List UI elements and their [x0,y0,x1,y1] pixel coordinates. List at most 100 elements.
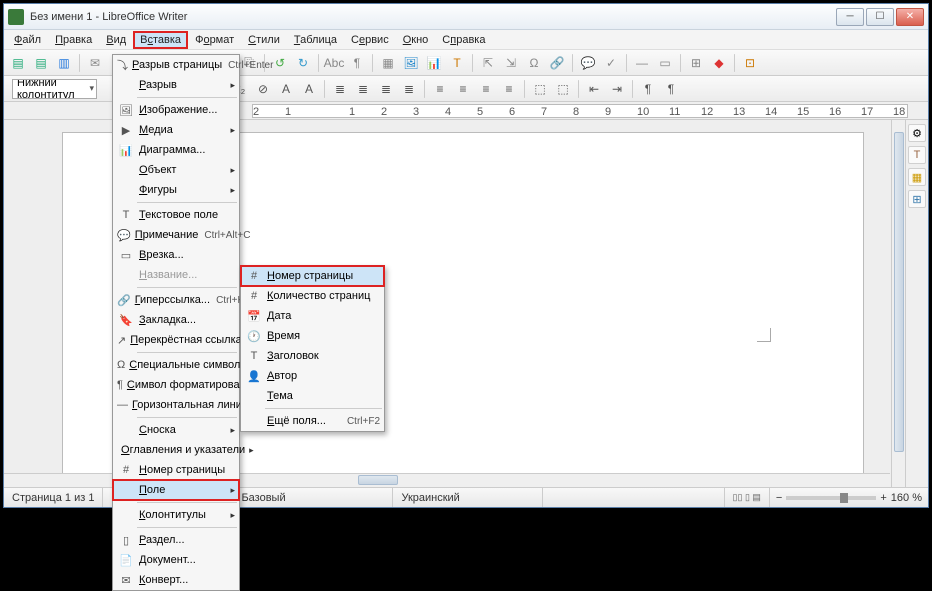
fmt-btn-24[interactable]: ⇥ [607,79,627,99]
fmt-btn-7[interactable]: A [276,79,296,99]
insert-item-16[interactable]: ↗Перекрёстная ссылка... [113,330,239,350]
status-style[interactable]: Базовый [233,488,393,507]
toolbar-btn-36[interactable]: ⊞ [686,53,706,73]
fmt-btn-13[interactable]: ≣ [399,79,419,99]
insert-item-15[interactable]: 🔖Закладка... [113,310,239,330]
toolbar-btn-30[interactable]: 💬 [578,53,598,73]
insert-item-4[interactable]: ▶Медиа [113,120,239,140]
toolbar-btn-25[interactable]: ⇱ [478,53,498,73]
zoom-control[interactable]: − + 160 % [770,492,928,504]
fmt-btn-17[interactable]: ≡ [476,79,496,99]
insert-item-5[interactable]: 📊Диаграмма... [113,140,239,160]
insert-item-27[interactable]: Колонтитулы [113,505,239,525]
field-item-0[interactable]: #Номер страницы [241,266,384,286]
zoom-out-icon[interactable]: − [776,492,782,504]
insert-item-29[interactable]: ▯Раздел... [113,530,239,550]
fmt-btn-23[interactable]: ⇤ [584,79,604,99]
menu-вставка[interactable]: Вставка [134,32,187,48]
toolbar-btn-22[interactable]: 📊 [424,53,444,73]
toolbar-btn-21[interactable]: 🖼 [401,53,421,73]
horizontal-ruler[interactable]: 2112345678910111213141516171819 [252,104,908,118]
fmt-btn-10[interactable]: ≣ [330,79,350,99]
insert-item-31[interactable]: ✉Конверт... [113,570,239,590]
zoom-in-icon[interactable]: + [880,492,886,504]
insert-item-22[interactable]: Сноска [113,420,239,440]
fmt-btn-12[interactable]: ≣ [376,79,396,99]
scroll-thumb[interactable] [894,132,904,452]
toolbar-btn-31[interactable]: ✓ [601,53,621,73]
insert-item-30[interactable]: 📄Документ... [113,550,239,570]
field-item-2[interactable]: 📅Дата [241,306,384,326]
sidebar-properties-icon[interactable]: ⚙ [908,124,926,142]
toolbar-btn-39[interactable]: ⊡ [740,53,760,73]
toolbar-btn-34[interactable]: ▭ [655,53,675,73]
fmt-btn-21[interactable]: ⬚ [553,79,573,99]
field-item-5[interactable]: 👤Автор [241,366,384,386]
toolbar-btn-33[interactable]: — [632,53,652,73]
toolbar-btn-15[interactable]: ↻ [293,53,313,73]
menu-файл[interactable]: Файл [8,32,47,48]
toolbar-btn-37[interactable]: ◆ [709,53,729,73]
menu-сервис[interactable]: Сервис [345,32,395,48]
menu-окно[interactable]: Окно [397,32,435,48]
toolbar-btn-17[interactable]: Abc [324,53,344,73]
insert-item-3[interactable]: 🖼Изображение... [113,100,239,120]
status-view-icons[interactable]: ▯▯ ▯ ▤ [725,488,770,507]
insert-item-18[interactable]: ΩСпециальные символы... [113,355,239,375]
zoom-slider[interactable] [786,496,876,500]
toolbar-btn-4[interactable]: ✉ [85,53,105,73]
toolbar-btn-2[interactable]: ▥ [54,53,74,73]
insert-item-9[interactable]: TТекстовое поле [113,205,239,225]
insert-item-11[interactable]: ▭Врезка... [113,245,239,265]
fmt-btn-8[interactable]: A [299,79,319,99]
toolbar-btn-0[interactable]: ▤ [8,53,28,73]
fmt-btn-16[interactable]: ≡ [453,79,473,99]
fmt-btn-15[interactable]: ≡ [430,79,450,99]
sidebar-text-icon[interactable]: T [908,146,926,164]
minimize-button[interactable]: ─ [836,8,864,26]
insert-item-20[interactable]: —Горизонтальная линия [113,395,239,415]
fmt-btn-18[interactable]: ≡ [499,79,519,99]
menu-вид[interactable]: Вид [100,32,132,48]
zoom-value[interactable]: 160 % [891,492,922,504]
toolbar-btn-23[interactable]: T [447,53,467,73]
vertical-scrollbar[interactable] [891,120,905,487]
field-item-6[interactable]: Тема [241,386,384,406]
insert-item-0[interactable]: ⤵Разрыв страницыCtrl+Enter [113,55,239,75]
toolbar-btn-27[interactable]: Ω [524,53,544,73]
insert-item-19[interactable]: ¶Символ форматирования [113,375,239,395]
menu-справка[interactable]: Справка [436,32,491,48]
fmt-btn-11[interactable]: ≣ [353,79,373,99]
insert-item-24[interactable]: #Номер страницы [113,460,239,480]
insert-item-10[interactable]: 💬ПримечаниеCtrl+Alt+C [113,225,239,245]
maximize-button[interactable]: ☐ [866,8,894,26]
toolbar-btn-18[interactable]: ¶ [347,53,367,73]
toolbar-btn-28[interactable]: 🔗 [547,53,567,73]
insert-item-25[interactable]: Поле [113,480,239,500]
toolbar-btn-26[interactable]: ⇲ [501,53,521,73]
fmt-btn-6[interactable]: ⊘ [253,79,273,99]
field-item-4[interactable]: TЗаголовок [241,346,384,366]
field-item-3[interactable]: 🕐Время [241,326,384,346]
menu-таблица[interactable]: Таблица [288,32,343,48]
status-lang[interactable]: Украинский [393,488,543,507]
menu-стили[interactable]: Стили [242,32,286,48]
field-item-1[interactable]: #Количество страниц [241,286,384,306]
sidebar-gallery-icon[interactable]: ▦ [908,168,926,186]
insert-item-14[interactable]: 🔗Гиперссылка...Ctrl+K [113,290,239,310]
fmt-btn-20[interactable]: ⬚ [530,79,550,99]
paragraph-style-select[interactable]: Нижний колонтитул [12,79,97,99]
close-button[interactable]: ✕ [896,8,924,26]
insert-item-23[interactable]: Оглавления и указатели [113,440,239,460]
menu-формат[interactable]: Формат [189,32,240,48]
status-page[interactable]: Страница 1 из 1 [4,488,103,507]
insert-item-6[interactable]: Объект [113,160,239,180]
fmt-btn-26[interactable]: ¶ [638,79,658,99]
toolbar-btn-20[interactable]: ▦ [378,53,398,73]
menu-правка[interactable]: Правка [49,32,98,48]
insert-item-7[interactable]: Фигуры [113,180,239,200]
hscroll-thumb[interactable] [358,475,398,485]
insert-item-1[interactable]: Разрыв [113,75,239,95]
sidebar-navigator-icon[interactable]: ⊞ [908,190,926,208]
toolbar-btn-1[interactable]: ▤ [31,53,51,73]
